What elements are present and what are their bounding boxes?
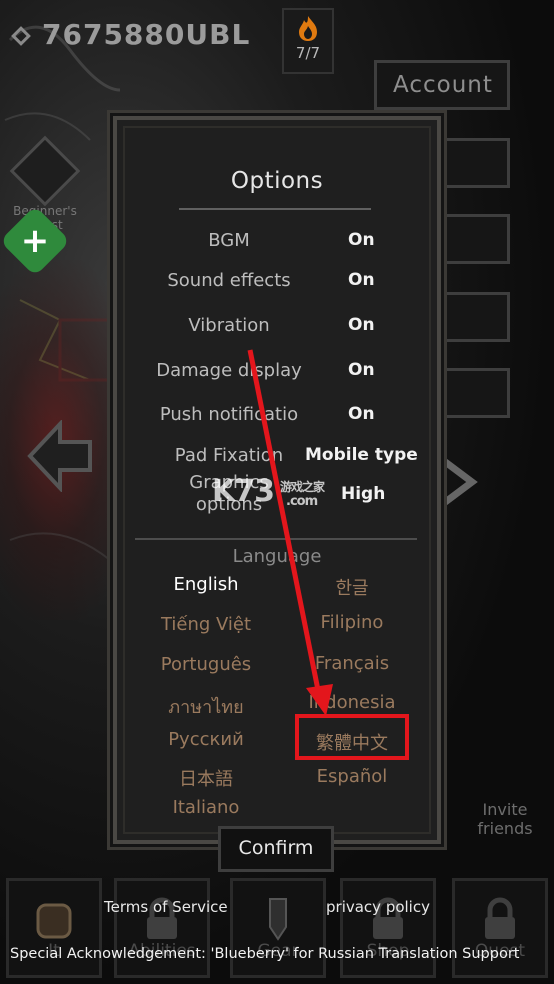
language-english[interactable]: English [131,574,281,595]
watermark-domain: .com [286,494,318,509]
energy-count: 7/7 [295,44,321,62]
option-push-value[interactable]: On [348,404,375,424]
option-sound-value[interactable]: On [348,270,375,290]
language-filipino[interactable]: Filipino [277,612,427,633]
tab-gear[interactable]: Gear [230,878,326,978]
option-damage-label: Damage display [156,360,302,381]
language-french[interactable]: Français [277,653,427,674]
flame-icon [299,16,317,41]
option-vibration-value[interactable]: On [348,315,375,335]
tab-shop[interactable]: Shop [340,878,436,978]
invite-friends-button[interactable]: Invite friends [460,800,550,838]
option-bgm-label: BGM [208,230,250,251]
highlight-box [295,714,409,760]
privacy-policy-link[interactable]: privacy policy [326,898,430,916]
terms-of-service-link[interactable]: Terms of Service [104,898,228,916]
watermark-subtitle: 游戏之家 [280,480,325,494]
language-vietnamese[interactable]: Tiếng Việt [131,614,281,635]
footer-links: Terms of Service privacy policy [0,898,554,918]
option-vibration-label: Vibration [188,315,270,336]
language-title: Language [232,546,322,567]
option-pad-value[interactable]: Mobile type [305,445,418,465]
plus-button[interactable]: + [0,205,71,277]
option-pad-label: Pad Fixation [174,445,284,466]
tab-abilities[interactable]: Abilities [114,878,210,978]
bottom-navigation: It Abilities Gear Shop Quest [0,868,554,984]
account-button[interactable]: Account [374,60,510,110]
language-japanese[interactable]: 日本語 [131,765,281,791]
language-italian[interactable]: Italiano [131,797,281,818]
k73-watermark: K73 游戏之家 .com [212,474,325,509]
arrow-left-icon[interactable] [24,420,96,492]
options-title: Options [230,168,324,194]
quest-icon [9,135,81,207]
confirm-button[interactable]: Confirm [218,826,334,872]
background-sketch [4,25,121,561]
title-divider [179,208,371,210]
language-thai[interactable]: ภาษาไทย [131,692,281,721]
language-portuguese[interactable]: Português [131,654,281,675]
option-damage-value[interactable]: On [348,360,375,380]
options-dialog: Options BGM On Sound effects On Vibratio… [113,116,441,844]
language-indonesian[interactable]: Indonesia [277,692,427,713]
acknowledgement-text: Special Acknowledgement: 'Blueberry' for… [10,946,520,962]
tab-items[interactable]: It [6,878,102,978]
language-divider [135,538,417,540]
player-id: 7675880UBL [11,18,250,51]
option-push-label: Push notificatio [159,404,299,425]
language-russian[interactable]: Русский [131,729,281,750]
tab-quest[interactable]: Quest [452,878,548,978]
plus-icon: + [20,221,50,261]
option-sound-label: Sound effects [167,270,291,291]
language-spanish[interactable]: Español [277,766,427,787]
language-korean[interactable]: 한글 [277,574,427,600]
energy-counter[interactable]: 7/7 [282,8,334,74]
option-bgm-value[interactable]: On [348,230,375,250]
diamond-icon [11,26,31,46]
watermark-logo: K73 [212,474,275,509]
option-graphics-value[interactable]: High [341,484,385,504]
